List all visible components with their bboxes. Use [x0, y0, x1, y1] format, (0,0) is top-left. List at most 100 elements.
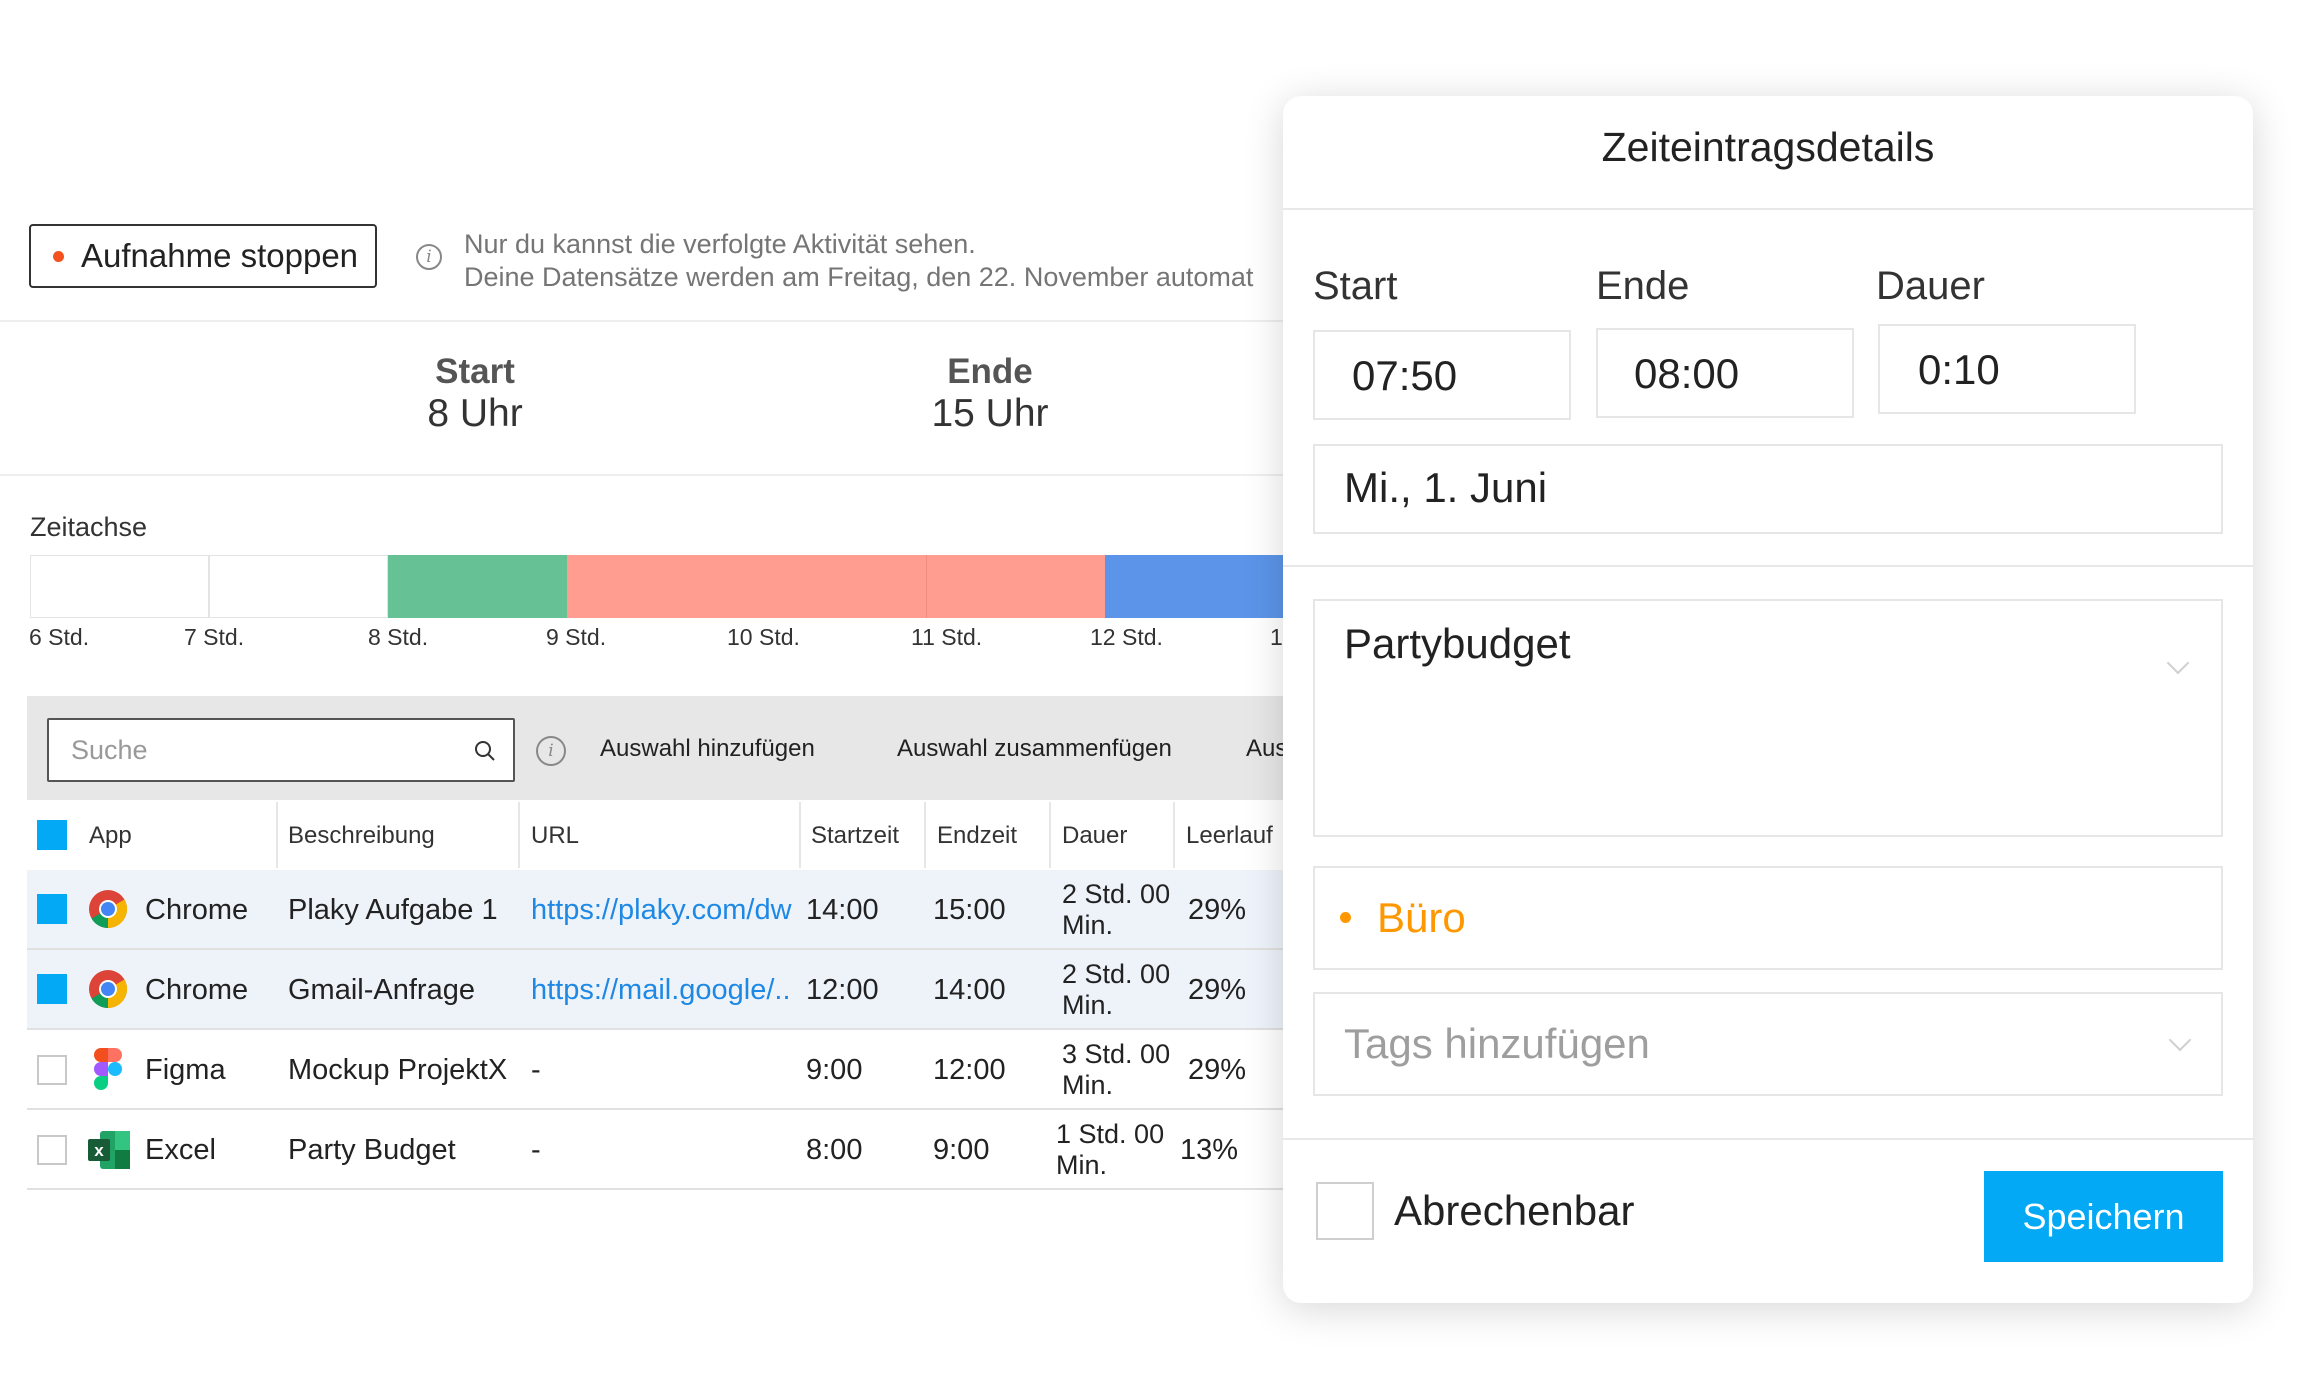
timeline-tick: 12 Std. [1090, 624, 1163, 650]
timeline-tick: 6 Std. [29, 624, 90, 650]
date-value: Mi., 1. Juni [1344, 464, 1548, 511]
figma-icon [94, 1048, 122, 1090]
save-button[interactable]: Speichern [1984, 1171, 2223, 1262]
duration-value: 0:10 [1918, 346, 2000, 393]
project-value: Partybudget [1344, 620, 1571, 667]
duration-input[interactable] [1878, 324, 2136, 414]
duration-label: Dauer [1876, 264, 1985, 308]
cell-url: - [531, 1054, 541, 1086]
search-icon[interactable] [473, 739, 497, 763]
summary-end-value: 15 Uhr [931, 392, 1049, 435]
panel-divider [1283, 565, 2253, 567]
timeline-tick: 7 Std. [184, 624, 245, 650]
cell-start: 8:00 [806, 1134, 863, 1166]
timeline-segment-chrome[interactable] [1104, 555, 1290, 618]
cell-duration: 3 Std. 00 Min. [1062, 1039, 1170, 1101]
select-all-checkbox[interactable] [37, 820, 67, 850]
panel-divider [1283, 208, 2253, 210]
billable-label: Abrechenbar [1394, 1187, 1635, 1234]
stop-recording-label: Aufnahme stoppen [81, 237, 359, 274]
divider [0, 474, 1290, 476]
chrome-icon [89, 970, 128, 1009]
stop-recording-button[interactable]: Aufnahme stoppen [29, 224, 377, 288]
column-header-description[interactable]: Beschreibung [288, 822, 435, 850]
summary-end: Ende 15 Uhr [890, 352, 1090, 436]
cell-description: Mockup ProjektX [288, 1054, 508, 1086]
column-header-idle[interactable]: Leerlauf [1186, 822, 1273, 850]
recording-dot-icon [53, 250, 64, 262]
row-checkbox[interactable] [37, 894, 67, 924]
column-header-start[interactable]: Startzeit [811, 822, 899, 850]
column-header-url[interactable]: URL [531, 822, 579, 850]
duration-line-1: 1 Std. 00 [1056, 1119, 1165, 1149]
cell-end: 14:00 [933, 974, 1006, 1006]
timeline-segment-figma[interactable] [746, 555, 926, 618]
cell-url-link[interactable]: https://mail.google/.. [531, 974, 791, 1007]
svg-text:x: x [94, 1141, 104, 1160]
duration-line-1: 2 Std. 00 [1062, 879, 1171, 909]
timeline-tick: 10 Std. [727, 624, 800, 650]
start-time-value: 07:50 [1352, 352, 1458, 399]
cell-url-link[interactable]: https://plaky.com/dw [531, 894, 792, 927]
privacy-notice: Nur du kannst die verfolgte Aktivität se… [464, 228, 1253, 294]
timeline-segment-figma[interactable] [567, 555, 747, 618]
summary-end-label: Ende [947, 352, 1033, 391]
duration-line-2: Min. [1062, 1070, 1114, 1100]
timeline-bar[interactable] [30, 555, 1290, 618]
column-header-end[interactable]: Endzeit [937, 822, 1017, 850]
timeline-slot[interactable] [209, 555, 389, 618]
search-input[interactable]: Suche [47, 718, 515, 782]
cell-idle: 29% [1188, 974, 1247, 1006]
timeline-segment-figma[interactable] [925, 555, 1105, 618]
cell-start: 14:00 [806, 894, 879, 926]
cell-app: Excel [145, 1134, 216, 1166]
notice-line-1: Nur du kannst die verfolgte Aktivität se… [464, 229, 976, 259]
cell-url: - [531, 1134, 541, 1166]
cell-app: Figma [145, 1054, 226, 1086]
summary-start-value: 8 Uhr [427, 392, 523, 435]
info-icon: i [416, 244, 442, 270]
cell-idle: 13% [1180, 1134, 1239, 1166]
timeline-segment-excel[interactable] [388, 555, 568, 618]
cell-app: Chrome [145, 894, 249, 926]
cell-duration: 2 Std. 00 Min. [1062, 959, 1170, 1021]
client-dot-icon [1340, 912, 1351, 923]
end-time-value: 08:00 [1634, 350, 1740, 397]
timeline-label: Zeitachse [30, 512, 148, 542]
column-header-app[interactable]: App [89, 822, 132, 850]
search-placeholder: Suche [71, 734, 148, 765]
notice-line-2: Deine Datensätze werden am Freitag, den … [464, 262, 1254, 292]
cell-end: 15:00 [933, 894, 1006, 926]
cell-idle: 29% [1188, 1054, 1247, 1086]
column-header-duration[interactable]: Dauer [1062, 822, 1127, 850]
start-label: Start [1313, 264, 1398, 308]
add-selection-button[interactable]: Auswahl hinzufügen [600, 735, 815, 763]
cell-start: 12:00 [806, 974, 879, 1006]
duration-line-2: Min. [1062, 990, 1114, 1020]
row-checkbox[interactable] [37, 974, 67, 1004]
column-divider [276, 802, 278, 868]
divider [0, 320, 1290, 322]
merge-selection-button[interactable]: Auswahl zusammenfügen [897, 735, 1172, 763]
row-checkbox[interactable] [37, 1135, 67, 1165]
cell-idle: 29% [1188, 894, 1247, 926]
cell-duration: 2 Std. 00 Min. [1062, 879, 1170, 941]
timeline-tick: 9 Std. [546, 624, 607, 650]
more-action-button[interactable]: Aus [1246, 735, 1287, 763]
duration-line-2: Min. [1062, 910, 1114, 940]
summary-start: Start 8 Uhr [375, 352, 575, 436]
cell-description: Party Budget [288, 1134, 456, 1166]
row-checkbox[interactable] [37, 1055, 67, 1085]
timeline-tick: 8 Std. [368, 624, 429, 650]
end-label: Ende [1596, 264, 1690, 308]
timeline-slot[interactable] [30, 555, 210, 618]
billable-checkbox[interactable] [1316, 1182, 1374, 1240]
column-divider [799, 802, 801, 868]
duration-line-1: 2 Std. 00 [1062, 959, 1171, 989]
cell-duration: 1 Std. 00 Min. [1056, 1119, 1164, 1181]
cell-end: 12:00 [933, 1054, 1006, 1086]
panel-divider [1283, 1138, 2253, 1140]
timeline-tick: 11 Std. [911, 624, 983, 650]
cell-description: Gmail-Anfrage [288, 974, 475, 1006]
tags-placeholder: Tags hinzufügen [1344, 1020, 1650, 1067]
